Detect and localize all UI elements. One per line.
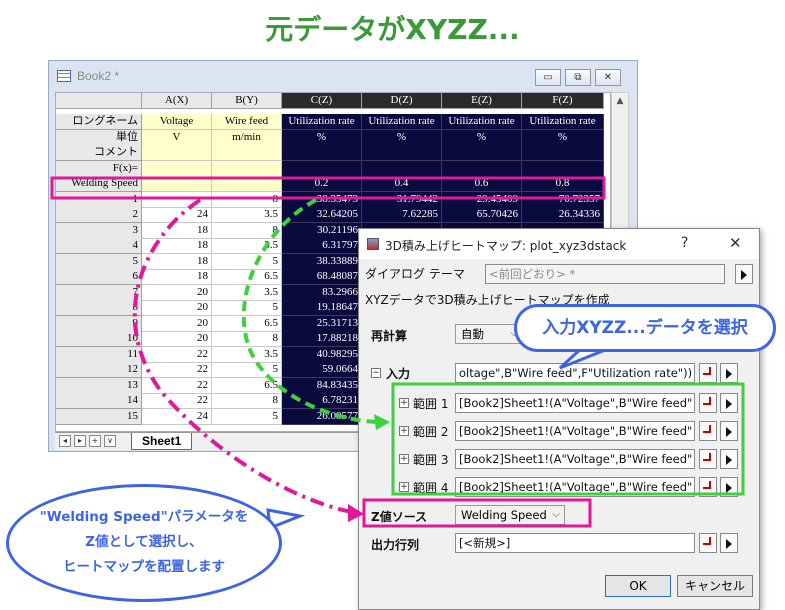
bottom-callout-line-2: Z値として選択し、 — [85, 534, 203, 550]
bottom-callout-line-1: "Welding Speed"パラメータを — [39, 509, 249, 525]
bottom-callout-line-3: ヒートマップを配置します — [63, 559, 225, 575]
param-row-highlight — [50, 176, 606, 200]
magenta-arrow-line — [132, 198, 353, 514]
ranges-highlight — [391, 382, 745, 496]
zsource-highlight — [362, 498, 592, 528]
magenta-arrow-head — [348, 504, 364, 522]
top-callout: 入力XYZZ...データを選択 — [514, 304, 776, 352]
green-arrow-line — [241, 198, 379, 424]
bottom-callout: "Welding Speed"パラメータを Z値として選択し、 ヒートマップを配… — [6, 484, 282, 602]
green-arrow-head — [374, 414, 390, 430]
